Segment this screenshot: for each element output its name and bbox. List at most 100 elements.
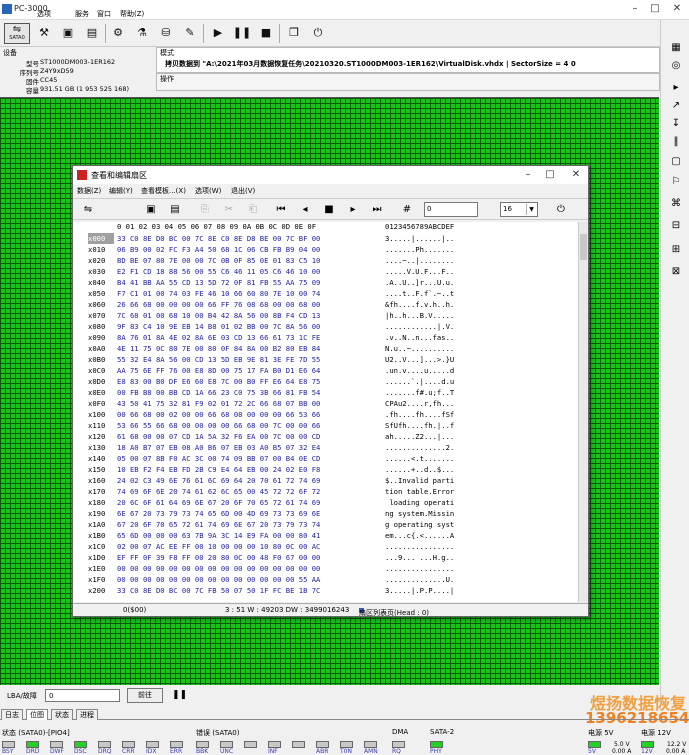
row-ascii[interactable]: N.u..~.......... xyxy=(385,343,454,354)
tool-icon[interactable]: ↗ xyxy=(667,98,685,114)
hex-row[interactable]: x180 20 6C 6F 61 64 69 6E 67 20 6F 70 65 … xyxy=(73,497,578,508)
hex-row[interactable]: x060 26 66 68 00 00 00 00 66 FF 76 08 68 … xyxy=(73,299,578,310)
row-ascii[interactable]: ................ xyxy=(385,541,454,552)
hex-row[interactable]: x150 10 EB F2 F4 EB FD 2B C9 E4 64 EB 00 … xyxy=(73,464,578,475)
hex-row[interactable]: x170 74 69 6F 6E 20 74 61 62 6C 65 00 45 … xyxy=(73,486,578,497)
hex-row[interactable]: x190 6E 67 20 73 79 73 74 65 6D 00 4D 69 … xyxy=(73,508,578,519)
tool-icon[interactable]: ⌘ xyxy=(667,196,685,212)
hex-row[interactable]: x1D0 EF FF 0F 39 F8 FF 00 20 80 0C 00 48 … xyxy=(73,552,578,563)
row-hex[interactable]: 00 FB B8 00 BB CD 1A 66 23 C0 75 3B 66 8… xyxy=(117,387,320,398)
tool-icon[interactable]: ▢ xyxy=(667,154,685,170)
lba-input[interactable]: 0 xyxy=(45,689,120,702)
row-ascii[interactable]: ng system.Missin xyxy=(385,508,454,519)
pause-icon[interactable]: ❚❚ xyxy=(172,690,187,700)
row-ascii[interactable]: SfUfh....fh.|..f xyxy=(385,420,454,431)
sector-input[interactable]: 0 xyxy=(424,202,478,217)
row-ascii[interactable]: $..Invalid parti xyxy=(385,475,454,486)
hex-row[interactable]: x130 18 A0 B7 07 EB 08 A0 B6 07 EB 03 A0 … xyxy=(73,442,578,453)
row-hex[interactable]: 33 C0 8E D0 BC 00 7C FB 50 07 50 1F FC B… xyxy=(117,585,320,596)
row-hex[interactable]: 7C 68 01 00 68 10 00 B4 42 8A 56 00 8B F… xyxy=(117,310,320,321)
row-ascii[interactable]: g operating syst xyxy=(385,519,454,530)
row-hex[interactable]: 00 66 68 00 02 00 00 66 68 08 00 00 00 6… xyxy=(117,409,320,420)
hex-row[interactable]: x1E0 00 00 00 00 00 00 00 00 00 00 00 00 … xyxy=(73,563,578,574)
editor-maximize-button[interactable]: □ xyxy=(543,168,557,182)
load-icon[interactable]: ▤ xyxy=(167,202,183,218)
hex-row[interactable]: x000 33 C0 8E D0 BC 00 7C 8E C0 8E D8 BE … xyxy=(73,233,578,244)
save-icon[interactable]: ▣ xyxy=(143,202,159,218)
row-hex[interactable]: AA 75 6E FF 76 00 E8 8D 00 75 17 FA B0 D… xyxy=(117,365,320,376)
paste-icon[interactable]: ⎗ xyxy=(245,202,261,218)
row-ascii[interactable]: U2..V...]...>.}U xyxy=(385,354,454,365)
prev-icon[interactable]: ◂ xyxy=(297,202,313,218)
row-hex[interactable]: 26 66 68 00 00 00 00 66 FF 76 08 68 00 0… xyxy=(117,299,320,310)
row-hex[interactable]: 33 C0 8E D0 BC 00 7C 8E C0 8E D8 BE 00 7… xyxy=(117,233,320,244)
row-ascii[interactable]: ................ xyxy=(385,563,454,574)
hex-row[interactable]: x120 61 68 00 00 07 CD 1A 5A 32 F6 EA 00 … xyxy=(73,431,578,442)
hex-row[interactable]: x0E0 00 FB B8 00 BB CD 1A 66 23 C0 75 3B … xyxy=(73,387,578,398)
terminal-icon[interactable]: ▤ xyxy=(82,23,102,44)
scan-icon[interactable]: ⚙ xyxy=(108,23,128,44)
last-icon[interactable]: ⏭ xyxy=(369,202,385,218)
row-hex[interactable]: 67 20 6F 70 65 72 61 74 69 6E 67 20 73 7… xyxy=(117,519,320,530)
row-hex[interactable]: 24 02 C3 49 6E 76 61 6C 69 64 20 70 61 7… xyxy=(117,475,320,486)
scroll-thumb[interactable] xyxy=(580,234,587,260)
row-hex[interactable]: 4E 11 75 0C 80 7E 00 80 0F 84 8A 00 B2 8… xyxy=(117,343,320,354)
first-icon[interactable]: ⏮ xyxy=(273,202,289,218)
hex-row[interactable]: x080 9F 83 C4 10 9E EB 14 B8 01 02 BB 00 … xyxy=(73,321,578,332)
hex-row[interactable]: x070 7C 68 01 00 68 10 00 B4 42 8A 56 00 … xyxy=(73,310,578,321)
row-hex[interactable]: 65 6D 00 00 00 63 7B 9A 3C 14 E9 FA 00 0… xyxy=(117,530,320,541)
row-hex[interactable]: 10 EB F2 F4 EB FD 2B C9 E4 64 EB 00 24 0… xyxy=(117,464,320,475)
hex-row[interactable]: x200 33 C0 8E D0 BC 00 7C FB 50 07 50 1F … xyxy=(73,585,578,596)
tool-icon[interactable]: ⚐ xyxy=(667,174,685,190)
tools-icon[interactable]: ⚒ xyxy=(34,23,54,44)
row-ascii[interactable]: ....t..F.f`.~..t xyxy=(385,288,454,299)
menu-options[interactable]: 选项 xyxy=(37,9,51,19)
tool-icon[interactable]: ↧ xyxy=(667,116,685,132)
sata-port-button[interactable]: ⇋ SATA0 xyxy=(4,23,30,44)
row-hex[interactable]: E2 F1 CD 18 88 56 00 55 C6 46 11 05 C6 4… xyxy=(117,266,320,277)
row-hex[interactable]: F7 C1 01 00 74 03 FE 46 10 66 60 80 7E 1… xyxy=(117,288,320,299)
hex-row[interactable]: x0A0 4E 11 75 0C 80 7E 00 80 0F 84 8A 00 … xyxy=(73,343,578,354)
menu-window[interactable]: 窗口 xyxy=(97,9,111,19)
copy-icon[interactable]: ⎘ xyxy=(197,202,213,218)
tab-log[interactable]: 日志 xyxy=(1,709,23,720)
tab-process[interactable]: 进程 xyxy=(76,709,98,720)
tool-icon[interactable]: ‖ xyxy=(667,134,685,150)
hex-row[interactable]: x040 B4 41 BB AA 55 CD 13 5D 72 0F 81 FB … xyxy=(73,277,578,288)
row-hex[interactable]: 43 50 41 75 32 81 F9 02 01 72 2C 66 68 0… xyxy=(117,398,320,409)
row-ascii[interactable]: .....V.U.F...F.. xyxy=(385,266,454,277)
close-button[interactable]: ✕ xyxy=(670,2,684,16)
editor-menu-view-template[interactable]: 查看模板...(X) xyxy=(141,186,186,196)
row-hex[interactable]: 9F 83 C4 10 9E EB 14 B8 01 02 BB 00 7C 8… xyxy=(117,321,320,332)
row-ascii[interactable]: |h..h...B.V..... xyxy=(385,310,454,321)
tool-icon[interactable]: ⊠ xyxy=(667,264,685,280)
hex-row[interactable]: x140 05 00 07 8B F0 AC 3C 00 74 09 BB 07 … xyxy=(73,453,578,464)
power-icon[interactable]: ⏻ xyxy=(308,23,328,44)
pause-icon[interactable]: ❚❚ xyxy=(232,23,252,44)
row-hex[interactable]: 00 00 00 00 00 00 00 00 00 00 00 00 00 0… xyxy=(117,563,320,574)
row-ascii[interactable]: ............|.V. xyxy=(385,321,454,332)
editor-menu-edit[interactable]: 编辑(Y) xyxy=(109,186,133,196)
port-icon[interactable]: ⇋ xyxy=(77,202,99,218)
row-hex[interactable]: E8 83 00 B0 DF E6 60 E8 7C 00 B0 FF E6 6… xyxy=(117,376,320,387)
row-ascii[interactable]: ....~..|........ xyxy=(385,255,454,266)
row-hex[interactable]: 8A 76 01 8A 4E 02 8A 6E 03 CD 13 66 61 7… xyxy=(117,332,320,343)
row-ascii[interactable]: ..............2. xyxy=(385,442,454,453)
row-ascii[interactable]: CPAu2....r,fh... xyxy=(385,398,454,409)
goto-sector-icon[interactable]: # xyxy=(399,202,415,218)
row-ascii[interactable]: .......f#.u;f..T xyxy=(385,387,454,398)
drive-icon[interactable]: ▣ xyxy=(58,23,78,44)
maximize-button[interactable]: □ xyxy=(648,2,662,16)
row-ascii[interactable]: ......<.t....... xyxy=(385,453,454,464)
hex-row[interactable]: x020 BD BE 07 80 7E 00 00 7C 0B 0F 85 0E … xyxy=(73,255,578,266)
radix-select[interactable]: 16 ▼ xyxy=(500,202,538,217)
row-hex[interactable]: 02 00 07 AC EE FF 00 10 00 00 00 10 80 0… xyxy=(117,541,320,552)
editor-minimize-button[interactable]: – xyxy=(521,168,535,182)
row-hex[interactable]: 6E 67 20 73 79 73 74 65 6D 00 4D 69 73 7… xyxy=(117,508,320,519)
copy-icon[interactable]: ⛁ xyxy=(156,23,176,44)
cut-icon[interactable]: ✂ xyxy=(221,202,237,218)
row-ascii[interactable]: em...c{.<......A xyxy=(385,530,454,541)
editor-close-button[interactable]: ✕ xyxy=(569,168,583,182)
stop-icon[interactable]: ■ xyxy=(321,202,337,218)
editor-menu-options[interactable]: 选项(W) xyxy=(195,186,221,196)
